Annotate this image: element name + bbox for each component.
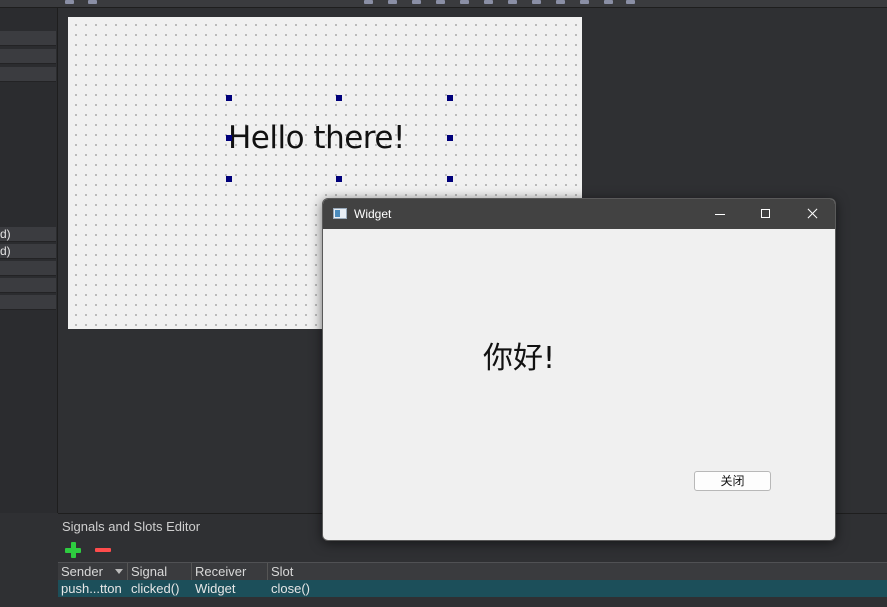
column-header-label: Sender: [61, 564, 103, 579]
toolbar-icon[interactable]: [412, 0, 421, 4]
window-title: Widget: [354, 207, 392, 221]
toolbar-icon[interactable]: [484, 0, 493, 4]
toolbar-icon[interactable]: [604, 0, 613, 4]
column-header-receiver[interactable]: Receiver: [192, 563, 268, 580]
cell-receiver[interactable]: Widget: [195, 580, 235, 597]
widget-window: Widget 你好! 关闭: [322, 198, 836, 541]
form-label-hello[interactable]: Hello there!: [228, 120, 405, 156]
panel-title: Signals and Slots Editor: [62, 519, 201, 534]
selection-handle[interactable]: [226, 95, 232, 101]
close-button[interactable]: 关闭: [694, 471, 771, 491]
toolbar-icon[interactable]: [460, 0, 469, 4]
add-connection-button[interactable]: [64, 541, 82, 559]
toolbar-icon[interactable]: [364, 0, 373, 4]
property-row[interactable]: d): [0, 244, 56, 259]
selection-handle[interactable]: [336, 176, 342, 182]
property-row[interactable]: [0, 295, 56, 310]
toolbar-icon[interactable]: [388, 0, 397, 4]
cell-signal[interactable]: clicked(): [131, 580, 179, 597]
property-row[interactable]: d): [0, 227, 56, 242]
toolbar-icon[interactable]: [65, 0, 74, 4]
column-header-sender[interactable]: Sender: [58, 563, 128, 580]
property-row[interactable]: [0, 278, 56, 293]
property-row[interactable]: [0, 261, 56, 276]
greeting-label: 你好!: [483, 341, 556, 376]
property-row[interactable]: [0, 49, 56, 64]
toolbar-icon[interactable]: [508, 0, 517, 4]
sort-down-icon: [115, 569, 123, 574]
selection-handle[interactable]: [226, 176, 232, 182]
maximize-icon[interactable]: [743, 199, 789, 229]
selection-handle[interactable]: [447, 95, 453, 101]
remove-connection-button[interactable]: [94, 541, 112, 559]
cell-sender[interactable]: push...tton: [61, 580, 122, 597]
property-editor-panel: d) d): [0, 8, 58, 513]
selection-handle[interactable]: [447, 135, 453, 141]
app-window-icon: [333, 208, 347, 219]
toolbar-icon[interactable]: [626, 0, 635, 4]
table-header: Sender Signal Receiver Slot: [58, 562, 887, 581]
property-row[interactable]: [0, 67, 56, 82]
toolbar-icon[interactable]: [580, 0, 589, 4]
close-icon[interactable]: [789, 199, 835, 229]
column-header-slot[interactable]: Slot: [268, 563, 887, 580]
property-row[interactable]: [0, 31, 56, 46]
selection-handle[interactable]: [336, 95, 342, 101]
toolbar-icon[interactable]: [556, 0, 565, 4]
toolbar-icon[interactable]: [88, 0, 97, 4]
selection-handle[interactable]: [447, 176, 453, 182]
toolbar-icon[interactable]: [436, 0, 445, 4]
table-row[interactable]: push...tton clicked() Widget close(): [58, 580, 887, 597]
cell-slot[interactable]: close(): [271, 580, 310, 597]
toolbar: [0, 0, 887, 8]
column-header-signal[interactable]: Signal: [128, 563, 192, 580]
minimize-icon[interactable]: [697, 199, 743, 229]
selection-handle[interactable]: [226, 135, 232, 141]
window-titlebar[interactable]: Widget: [323, 199, 835, 229]
toolbar-icon[interactable]: [532, 0, 541, 4]
